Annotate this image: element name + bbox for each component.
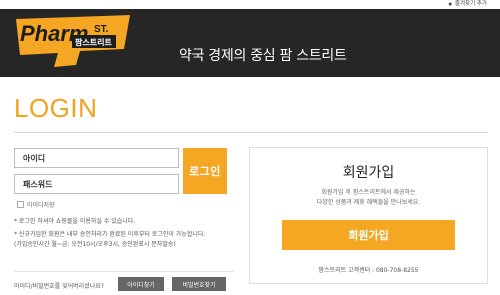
logo-st: ST. [94,24,109,35]
site-header: Pharm ST. 팜스트리트 약국 경제의 중심 팜 스트리트 [0,9,500,77]
forgot-credentials-text: 아이디/비밀번호를 잊어버리셨나요? [14,283,104,290]
top-strip: ★ 즐겨찾기 추가 [0,0,500,9]
star-icon: ★ [447,1,453,8]
add-favorite-link[interactable]: ★ 즐겨찾기 추가 [448,0,488,9]
save-id-checkbox[interactable] [17,201,24,208]
login-notice: * 로그인 하셔야 쇼핑몰을 이용하실 수 있습니다. [14,218,136,225]
join-description: 회원가입 후 팜스트리트에서 제공하는 다양한 상품과 제휴 혜택들을 만나보세… [250,188,487,208]
approval-notice: * 신규가입한 회원은 내부 승인처리가 완료된 이후부터 로그인이 가능합니다… [14,231,206,238]
login-button[interactable]: 로그인 [183,148,227,194]
pharmstreet-logo[interactable]: Pharm ST. 팜스트리트 [14,15,134,71]
user-id-input[interactable] [14,148,179,168]
join-desc-line-1: 회원가입 후 팜스트리트에서 제공하는 [321,189,416,196]
join-title: 회원가입 [342,165,395,181]
bottom-divider [14,271,234,272]
customer-center-phone: 팜스트리트 고객센터 : 080-708-8255 [318,267,419,274]
save-id-option[interactable]: 아이디저장 [17,200,55,209]
join-panel: 회원가입 회원가입 후 팜스트리트에서 제공하는 다양한 상품과 제휴 혜택들을… [249,147,488,284]
login-title: LOGIN [14,93,98,123]
title-divider [14,132,488,133]
logo-korean: 팜스트리트 [75,37,112,47]
add-favorite-label: 즐겨찾기 추가 [454,1,487,7]
join-desc-line-2: 다양한 상품과 제휴 혜택들을 만나보세요. [316,199,421,206]
header-tagline: 약국 경제의 중심 팜 스트리트 [179,48,347,64]
password-input[interactable] [14,174,179,194]
find-password-button[interactable]: 비밀번호찾기 [172,277,226,291]
join-button[interactable]: 회원가입 [282,220,455,250]
find-id-button[interactable]: 아이디찾기 [118,277,164,291]
save-id-label: 아이디저장 [27,202,55,209]
approval-time-notice: (가입승인시간 월~금: 오전10시/오후3시, 승인완료시 문자발송) [14,241,176,248]
